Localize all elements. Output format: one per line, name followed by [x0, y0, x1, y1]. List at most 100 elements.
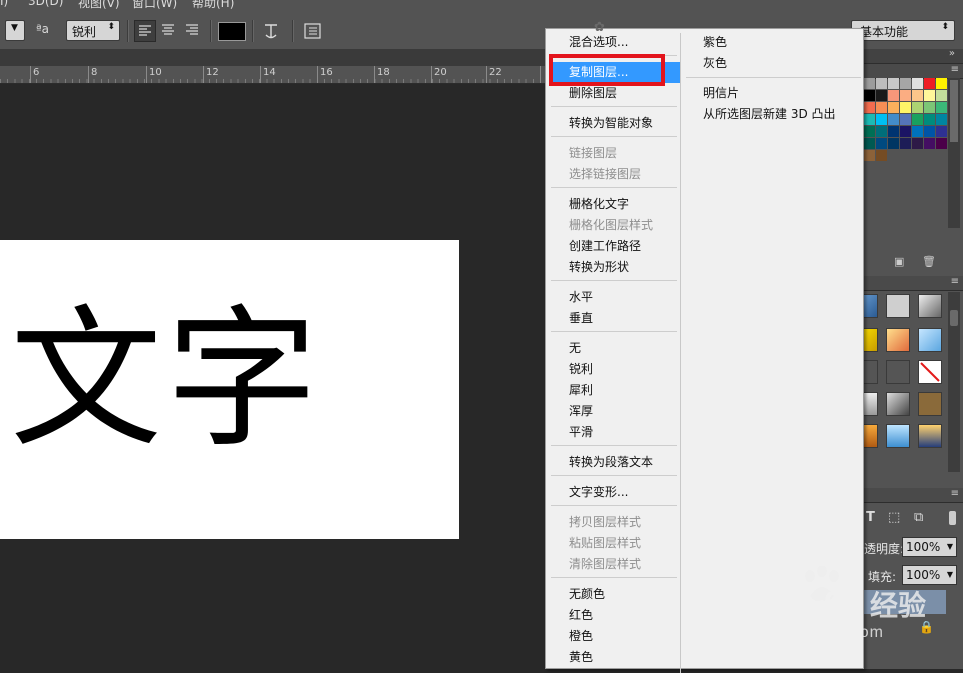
menu-item-create-work-path[interactable]: 创建工作路径 [549, 236, 680, 257]
menu-item-convert-smart-object[interactable]: 转换为智能对象 [549, 113, 680, 134]
ruler-tick-label: 18 [377, 67, 390, 78]
antialias-select[interactable]: 锐利 ⬍ [66, 20, 120, 41]
document-tab-strip [0, 50, 545, 66]
menu-item-rasterize-layer-style: 栅格化图层样式 [569, 218, 654, 232]
swatches-scrollbar[interactable] [948, 78, 960, 228]
menu-item-view[interactable]: 视图(V) [78, 0, 120, 11]
align-center-button[interactable] [158, 20, 180, 42]
text-color-swatch[interactable] [218, 22, 246, 41]
baidu-brand-2: du [824, 580, 864, 616]
canvas-text-layer[interactable]: 文字 [10, 300, 322, 460]
ruler-tick-label: 22 [489, 67, 502, 78]
menu-item-clear-layer-style: 清除图层样式 [569, 557, 642, 571]
menu-item-color-red[interactable]: 红色 [549, 605, 680, 626]
menu-item-convert-to-shape[interactable]: 转换为形状 [549, 257, 680, 278]
swatches-footer: ▣ 🗑 [890, 255, 950, 269]
opacity-value: 100% [906, 540, 941, 554]
menu-item-rasterize-type[interactable]: 栅格化文字 [549, 194, 680, 215]
antialias-icon: ªa [36, 22, 50, 36]
filter-toggle[interactable] [949, 511, 956, 525]
collapse-panels-icon[interactable]: » [949, 48, 955, 59]
baidu-brand: Bai [738, 580, 788, 616]
workspace-select[interactable]: 基本功能 ⬍ [851, 20, 955, 41]
menu-item-color-gray[interactable]: 灰色 [683, 53, 861, 74]
menu-item-color-yellow[interactable]: 黄色 [549, 647, 680, 668]
menu-item-window[interactable]: 窗口(W) [132, 0, 177, 11]
swatches-grid [864, 78, 947, 164]
document-canvas[interactable]: 文字 [0, 240, 459, 539]
menu-item-antialias-sharp[interactable]: 锐利 [549, 359, 680, 380]
opacity-field[interactable]: 100% ▼ [902, 537, 957, 557]
panel-menu-icon[interactable]: ≡ [951, 64, 959, 75]
align-right-icon [186, 24, 198, 35]
menu-item-horizontal[interactable]: 水平 [549, 287, 680, 308]
align-left-button[interactable] [134, 20, 156, 42]
opacity-label: 透明度: [864, 542, 905, 556]
ruler-tick-label: 10 [149, 67, 162, 78]
menu-item-color-orange[interactable]: 橙色 [549, 626, 680, 647]
baidu-url: jingyan.baidu.com [738, 624, 884, 641]
styles-grid [854, 292, 946, 472]
menu-item-vertical[interactable]: 垂直 [549, 308, 680, 329]
panel-menu-icon[interactable]: ≡ [951, 488, 959, 499]
menu-item-delete-layer[interactable]: 删除图层 [549, 83, 680, 104]
panel-menu-icon[interactable]: ≡ [951, 276, 959, 287]
menu-item-warp-text[interactable]: 文字变形... [549, 482, 680, 503]
horizontal-ruler: 6 8 10 12 14 16 18 20 22 [0, 66, 545, 84]
layers-panel-header: ≡ [864, 488, 963, 503]
workspace-value: 基本功能 [860, 25, 909, 39]
ruler-tick-label: 16 [320, 67, 333, 78]
menu-item-new-3d-extrusion[interactable]: 从所选图层新建 3D 凸出 [683, 104, 861, 125]
ruler-tick-label: 14 [263, 67, 276, 78]
warp-text-icon [265, 24, 277, 39]
menu-item-help[interactable]: 帮助(H) [192, 0, 234, 11]
type-filter-icon[interactable]: T [866, 510, 875, 525]
chevron-down-icon: ▼ [11, 23, 18, 33]
updown-arrow-icon: ⬍ [107, 22, 115, 32]
menu-item-link-layers: 链接图层 [569, 146, 618, 160]
character-panel-button[interactable] [302, 20, 324, 42]
menu-item-antialias-none[interactable]: 无 [549, 338, 680, 359]
baidu-watermark: Bai du 经验 jingyan.baidu.com [738, 566, 953, 656]
font-size-dropdown[interactable]: ▼ [5, 20, 25, 41]
menu-item-antialias-smooth[interactable]: 平滑 [549, 422, 680, 443]
annotation-highlight-box [549, 54, 665, 86]
menu-item-blending-options[interactable]: 混合选项... [549, 32, 680, 53]
menu-item-postcard[interactable]: 明信片 [683, 83, 861, 104]
warp-text-button[interactable] [260, 20, 282, 42]
ruler-tick-label: 8 [91, 67, 98, 78]
chevron-down-icon: ▼ [946, 542, 953, 551]
panel-toggle-icon [304, 23, 321, 39]
smart-object-filter-icon[interactable]: ⧉ [914, 510, 923, 525]
menu-item-antialias-strong[interactable]: 浑厚 [549, 401, 680, 422]
menu-item-image[interactable]: I) [0, 0, 8, 8]
align-center-icon [162, 24, 174, 35]
styles-panel-header: ≡ [864, 276, 963, 291]
styles-scrollbar[interactable] [948, 292, 960, 472]
menu-item-color-none[interactable]: 无颜色 [549, 584, 680, 605]
menu-item-paste-layer-style: 粘贴图层样式 [569, 536, 642, 550]
align-left-icon [139, 25, 151, 36]
menu-item-convert-paragraph-text[interactable]: 转换为段落文本 [549, 452, 680, 473]
ruler-tick-label: 12 [206, 67, 219, 78]
ruler-tick-label: 20 [434, 67, 447, 78]
baidu-jingyan: 经验 [870, 589, 927, 622]
new-swatch-icon[interactable]: ▣ [894, 255, 904, 268]
ruler-tick-label: 6 [33, 67, 40, 78]
panel-header: » [864, 48, 963, 64]
align-right-button[interactable] [182, 20, 204, 42]
antialias-value: 锐利 [72, 25, 97, 39]
trash-icon[interactable]: 🗑 [922, 255, 936, 268]
layer-filter-row: T ⬚ ⧉ [864, 508, 963, 530]
swatches-panel-header: ≡ [864, 64, 963, 79]
menu-item-select-linked-layers: 选择链接图层 [569, 167, 642, 181]
shape-filter-icon[interactable]: ⬚ [888, 510, 900, 525]
no-style-swatch[interactable] [918, 360, 942, 384]
menu-item-color-violet[interactable]: 紫色 [683, 32, 861, 53]
menu-item-copy-layer-style: 拷贝图层样式 [569, 515, 642, 529]
baidu-paw-icon: ✿ [594, 20, 605, 35]
updown-arrow-icon: ⬍ [941, 22, 949, 32]
menu-item-antialias-crisp[interactable]: 犀利 [549, 380, 680, 401]
menu-bar: I) 3D(D) 视图(V) 窗口(W) 帮助(H) [0, 0, 963, 12]
menu-item-3d[interactable]: 3D(D) [28, 0, 63, 8]
